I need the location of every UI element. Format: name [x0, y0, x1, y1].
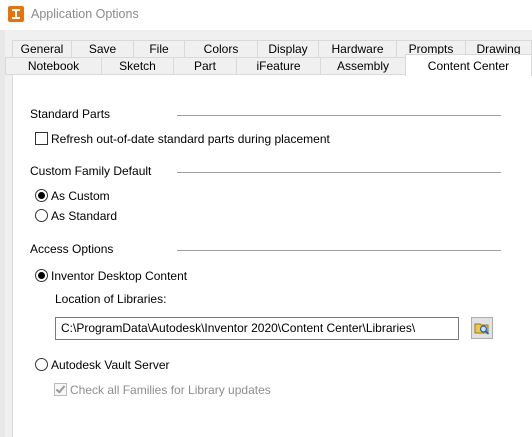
location-label: Location of Libraries:	[55, 292, 167, 306]
custom-family-separator	[177, 172, 501, 173]
tab-ifeature[interactable]: iFeature	[236, 57, 321, 75]
as-custom-radio[interactable]	[35, 189, 48, 202]
radio-selected-dot	[38, 272, 45, 279]
tab-save[interactable]: Save	[71, 40, 134, 58]
standard-parts-separator	[177, 115, 501, 116]
tab-sketch[interactable]: Sketch	[101, 57, 174, 75]
window-title: Application Options	[31, 7, 139, 21]
refresh-parts-checkbox[interactable]	[35, 132, 48, 145]
browse-folder-icon	[474, 320, 490, 339]
access-options-separator	[177, 250, 501, 251]
as-standard-label[interactable]: As Standard	[51, 209, 117, 223]
tab-hardware[interactable]: Hardware	[318, 40, 397, 58]
tab-colors[interactable]: Colors	[184, 40, 258, 58]
standard-parts-heading: Standard Parts	[30, 107, 111, 121]
tab-general[interactable]: General	[12, 40, 72, 58]
as-custom-label[interactable]: As Custom	[51, 189, 110, 203]
check-families-label: Check all Families for Library updates	[70, 383, 271, 397]
library-location-input[interactable]: C:\ProgramData\Autodesk\Inventor 2020\Co…	[55, 317, 459, 340]
refresh-parts-label[interactable]: Refresh out-of-date standard parts durin…	[51, 132, 330, 146]
check-families-checkbox[interactable]	[54, 383, 67, 396]
custom-family-heading: Custom Family Default	[30, 164, 152, 178]
browse-button[interactable]	[471, 317, 493, 339]
access-options-heading: Access Options	[30, 242, 114, 256]
tab-part[interactable]: Part	[173, 57, 237, 75]
desktop-content-label[interactable]: Inventor Desktop Content	[51, 269, 187, 283]
tab-notebook[interactable]: Notebook	[5, 57, 102, 75]
vault-server-label[interactable]: Autodesk Vault Server	[51, 358, 170, 372]
vault-server-radio[interactable]	[35, 358, 48, 371]
title-bar: Application Options	[0, 0, 532, 30]
radio-selected-dot	[38, 192, 45, 199]
as-standard-radio[interactable]	[35, 209, 48, 222]
tab-display[interactable]: Display	[257, 40, 319, 58]
tab-content-center[interactable]: Content Center	[405, 54, 532, 76]
check-mark-icon	[55, 383, 66, 394]
inventor-app-icon	[8, 6, 24, 22]
left-edge-strip	[0, 30, 5, 437]
desktop-content-radio[interactable]	[35, 269, 48, 282]
tab-file[interactable]: File	[133, 40, 185, 58]
tab-row-2: Notebook Sketch Part iFeature Assembly C…	[0, 54, 532, 76]
tab-assembly[interactable]: Assembly	[320, 57, 406, 75]
